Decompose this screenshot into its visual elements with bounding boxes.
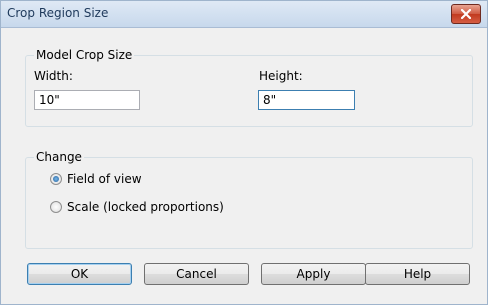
ok-button[interactable]: OK: [27, 263, 132, 285]
scale-radio[interactable]: [50, 201, 62, 213]
change-label: Change: [34, 150, 84, 164]
field-of-view-option[interactable]: Field of view: [50, 172, 142, 186]
height-label: Height:: [259, 69, 303, 83]
dialog-title: Crop Region Size: [7, 6, 109, 20]
scale-label: Scale (locked proportions): [67, 200, 224, 214]
width-field[interactable]: 10": [34, 90, 140, 110]
field-of-view-label: Field of view: [67, 172, 142, 186]
crop-region-size-dialog: Crop Region Size Model Crop Size Width: …: [0, 0, 488, 305]
close-button[interactable]: [451, 4, 481, 24]
width-label: Width:: [34, 69, 73, 83]
model-crop-size-label: Model Crop Size: [34, 48, 135, 62]
help-button[interactable]: Help: [365, 263, 470, 285]
scale-option[interactable]: Scale (locked proportions): [50, 200, 224, 214]
apply-button[interactable]: Apply: [261, 263, 366, 285]
change-group: Change Field of view Scale (locked propo…: [25, 150, 473, 249]
height-field[interactable]: 8": [258, 90, 355, 110]
field-of-view-radio[interactable]: [50, 173, 62, 185]
model-crop-size-group: Model Crop Size Width: 10" Height: 8": [25, 48, 473, 127]
close-icon: [461, 9, 471, 19]
title-bar: Crop Region Size: [1, 1, 487, 28]
cancel-button[interactable]: Cancel: [144, 263, 249, 285]
